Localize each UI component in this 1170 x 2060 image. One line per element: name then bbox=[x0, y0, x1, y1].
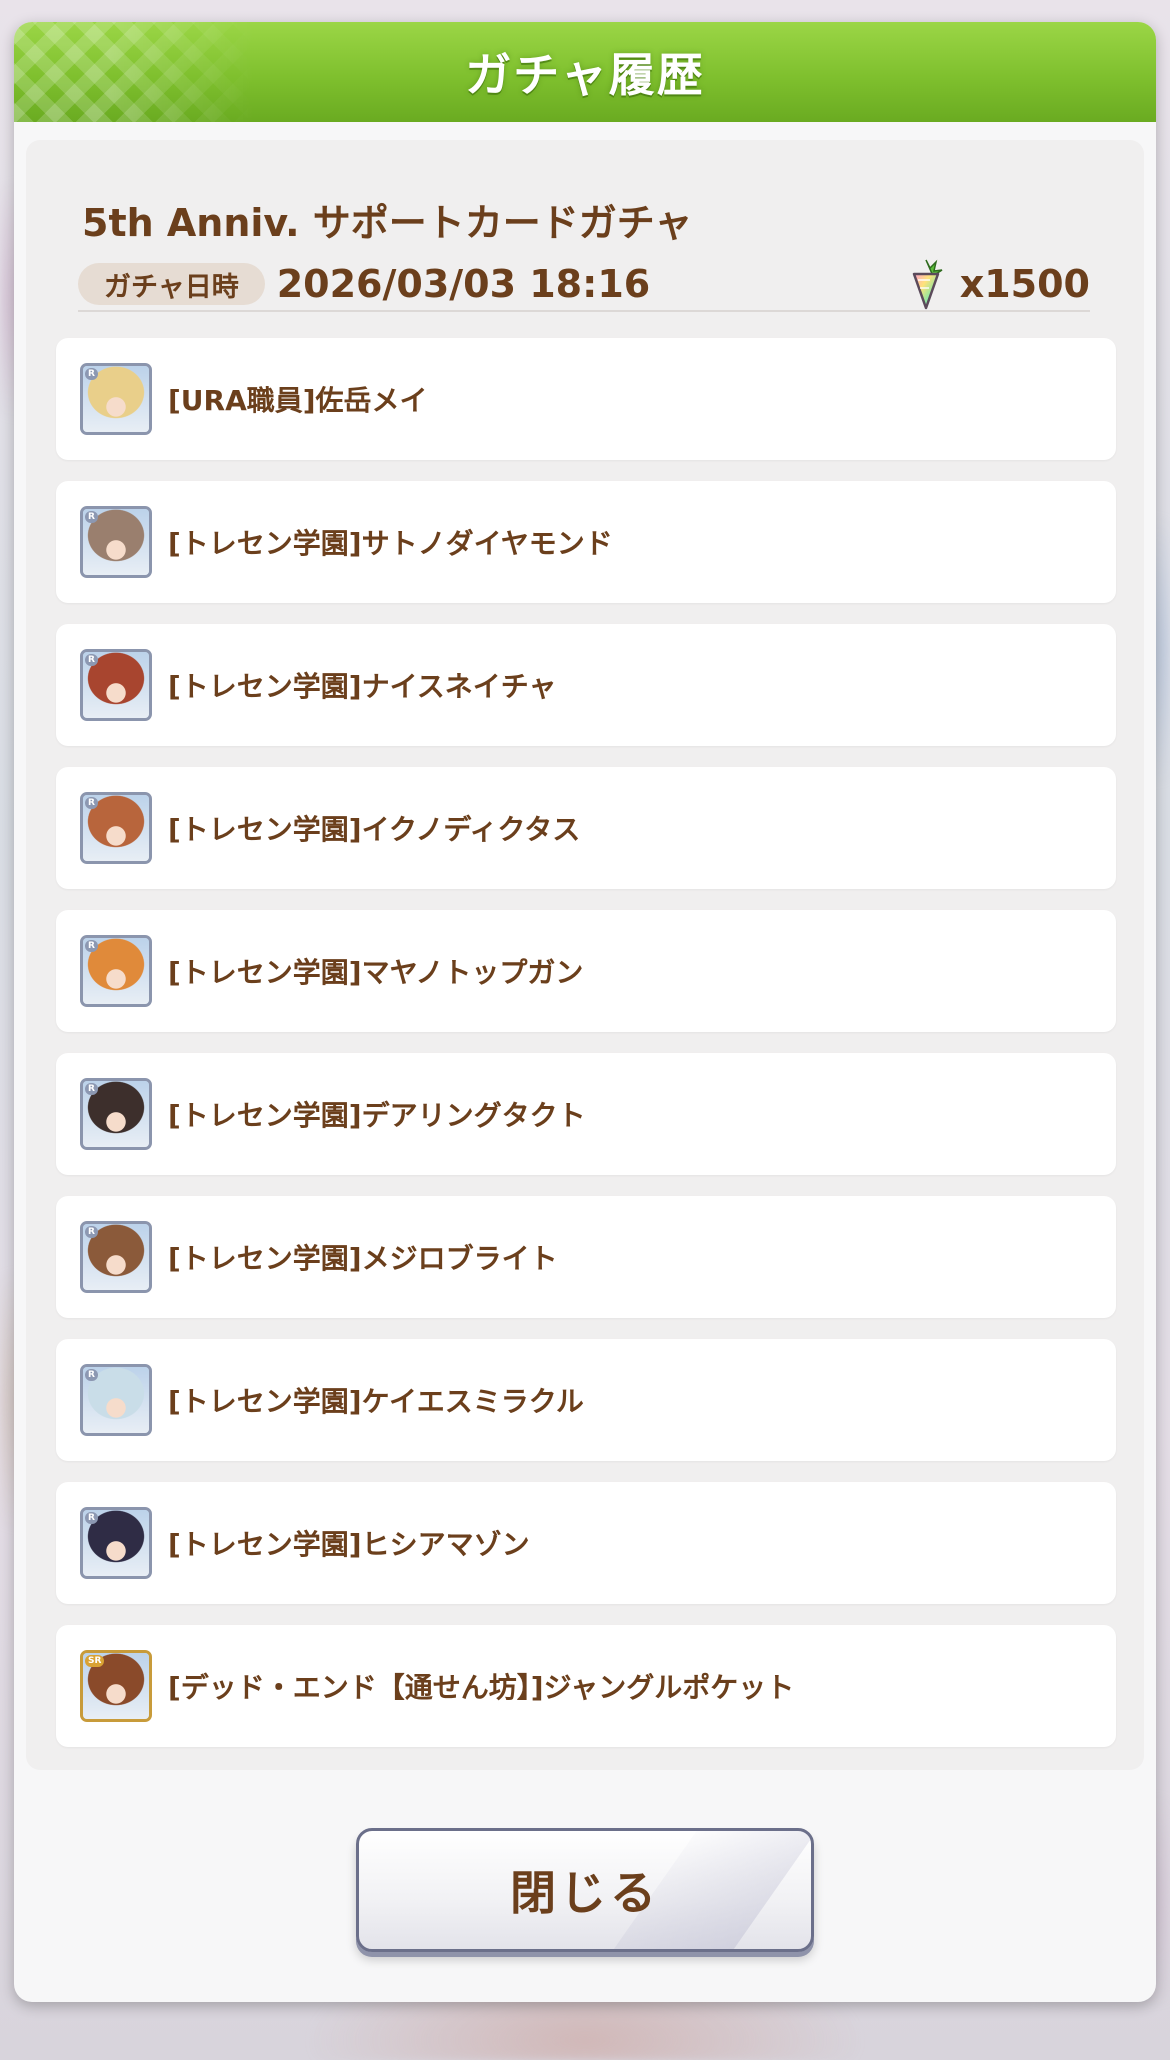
list-item: R [URA職員]佐岳メイ bbox=[56, 338, 1116, 460]
rarity-badge: R bbox=[85, 511, 98, 523]
result-list: R [URA職員]佐岳メイ R [トレセン学園]サトノダイヤモンド R [トレセン学園]ナ… bbox=[56, 338, 1116, 1768]
support-card-name: [トレセン学園]ケイエスミラクル bbox=[168, 1385, 584, 1418]
gacha-history-dialog: ガチャ履歴 5th Anniv. サポートカードガチャ ガチャ日時 2026/0… bbox=[14, 22, 1156, 2002]
support-card-icon: R bbox=[80, 506, 152, 578]
dialog-title: ガチャ履歴 bbox=[465, 48, 705, 102]
list-item: R [トレセン学園]メジロブライト bbox=[56, 1196, 1116, 1318]
gacha-date: 2026/03/03 18:16 bbox=[276, 262, 651, 306]
gacha-name: 5th Anniv. サポートカードガチャ bbox=[82, 201, 693, 245]
date-label-badge: ガチャ日時 bbox=[78, 263, 265, 305]
support-card-name: [トレセン学園]メジロブライト bbox=[168, 1242, 558, 1275]
list-item: R [トレセン学園]ケイエスミラクル bbox=[56, 1339, 1116, 1461]
support-card-icon: R bbox=[80, 935, 152, 1007]
support-card-name: [トレセン学園]デアリングタクト bbox=[168, 1099, 586, 1132]
list-item: R [トレセン学園]ナイスネイチャ bbox=[56, 624, 1116, 746]
list-item: R [トレセン学園]デアリングタクト bbox=[56, 1053, 1116, 1175]
divider bbox=[78, 310, 1090, 312]
support-card-icon: SR bbox=[80, 1650, 152, 1722]
rarity-badge: R bbox=[85, 940, 98, 952]
support-card-name: [トレセン学園]サトノダイヤモンド bbox=[168, 527, 613, 560]
rarity-badge: SR bbox=[85, 1655, 105, 1667]
gacha-cost-value: x1500 bbox=[959, 262, 1090, 306]
support-card-name: [デッド・エンド【通せん坊】]ジャングルポケット bbox=[168, 1671, 795, 1704]
list-item: R [トレセン学園]マヤノトップガン bbox=[56, 910, 1116, 1032]
rarity-badge: R bbox=[85, 1369, 98, 1381]
header-pattern bbox=[14, 22, 254, 122]
close-button-label: 閉じる bbox=[510, 1866, 660, 1920]
rarity-badge: R bbox=[85, 1083, 98, 1095]
gacha-info-row: ガチャ日時 2026/03/03 18:16 x1500 bbox=[78, 258, 1090, 310]
support-card-icon: R bbox=[80, 649, 152, 721]
list-item: R [トレセン学園]イクノディクタス bbox=[56, 767, 1116, 889]
list-item: SR [デッド・エンド【通せん坊】]ジャングルポケット bbox=[56, 1625, 1116, 1747]
rarity-badge: R bbox=[85, 654, 98, 666]
support-card-icon: R bbox=[80, 1078, 152, 1150]
support-card-icon: R bbox=[80, 1364, 152, 1436]
list-item: R [トレセン学園]サトノダイヤモンド bbox=[56, 481, 1116, 603]
support-card-icon: R bbox=[80, 1507, 152, 1579]
gacha-cost: x1500 bbox=[900, 256, 1090, 312]
rarity-badge: R bbox=[85, 1226, 98, 1238]
close-button[interactable]: 閉じる bbox=[356, 1828, 814, 1952]
rarity-badge: R bbox=[85, 797, 98, 809]
support-card-name: [トレセン学園]ヒシアマゾン bbox=[168, 1528, 530, 1561]
support-card-name: [トレセン学園]マヤノトップガン bbox=[168, 956, 584, 989]
support-card-icon: R bbox=[80, 363, 152, 435]
dialog-header: ガチャ履歴 bbox=[14, 22, 1156, 122]
support-card-name: [URA職員]佐岳メイ bbox=[168, 384, 428, 417]
support-card-name: [トレセン学園]イクノディクタス bbox=[168, 813, 581, 846]
history-panel: 5th Anniv. サポートカードガチャ ガチャ日時 2026/03/03 1… bbox=[26, 140, 1144, 1770]
support-card-icon: R bbox=[80, 1221, 152, 1293]
rarity-badge: R bbox=[85, 1512, 98, 1524]
support-card-icon: R bbox=[80, 792, 152, 864]
list-item: R [トレセン学園]ヒシアマゾン bbox=[56, 1482, 1116, 1604]
support-card-name: [トレセン学園]ナイスネイチャ bbox=[168, 670, 557, 703]
rarity-badge: R bbox=[85, 368, 98, 380]
jewel-carrot-icon bbox=[912, 259, 943, 310]
